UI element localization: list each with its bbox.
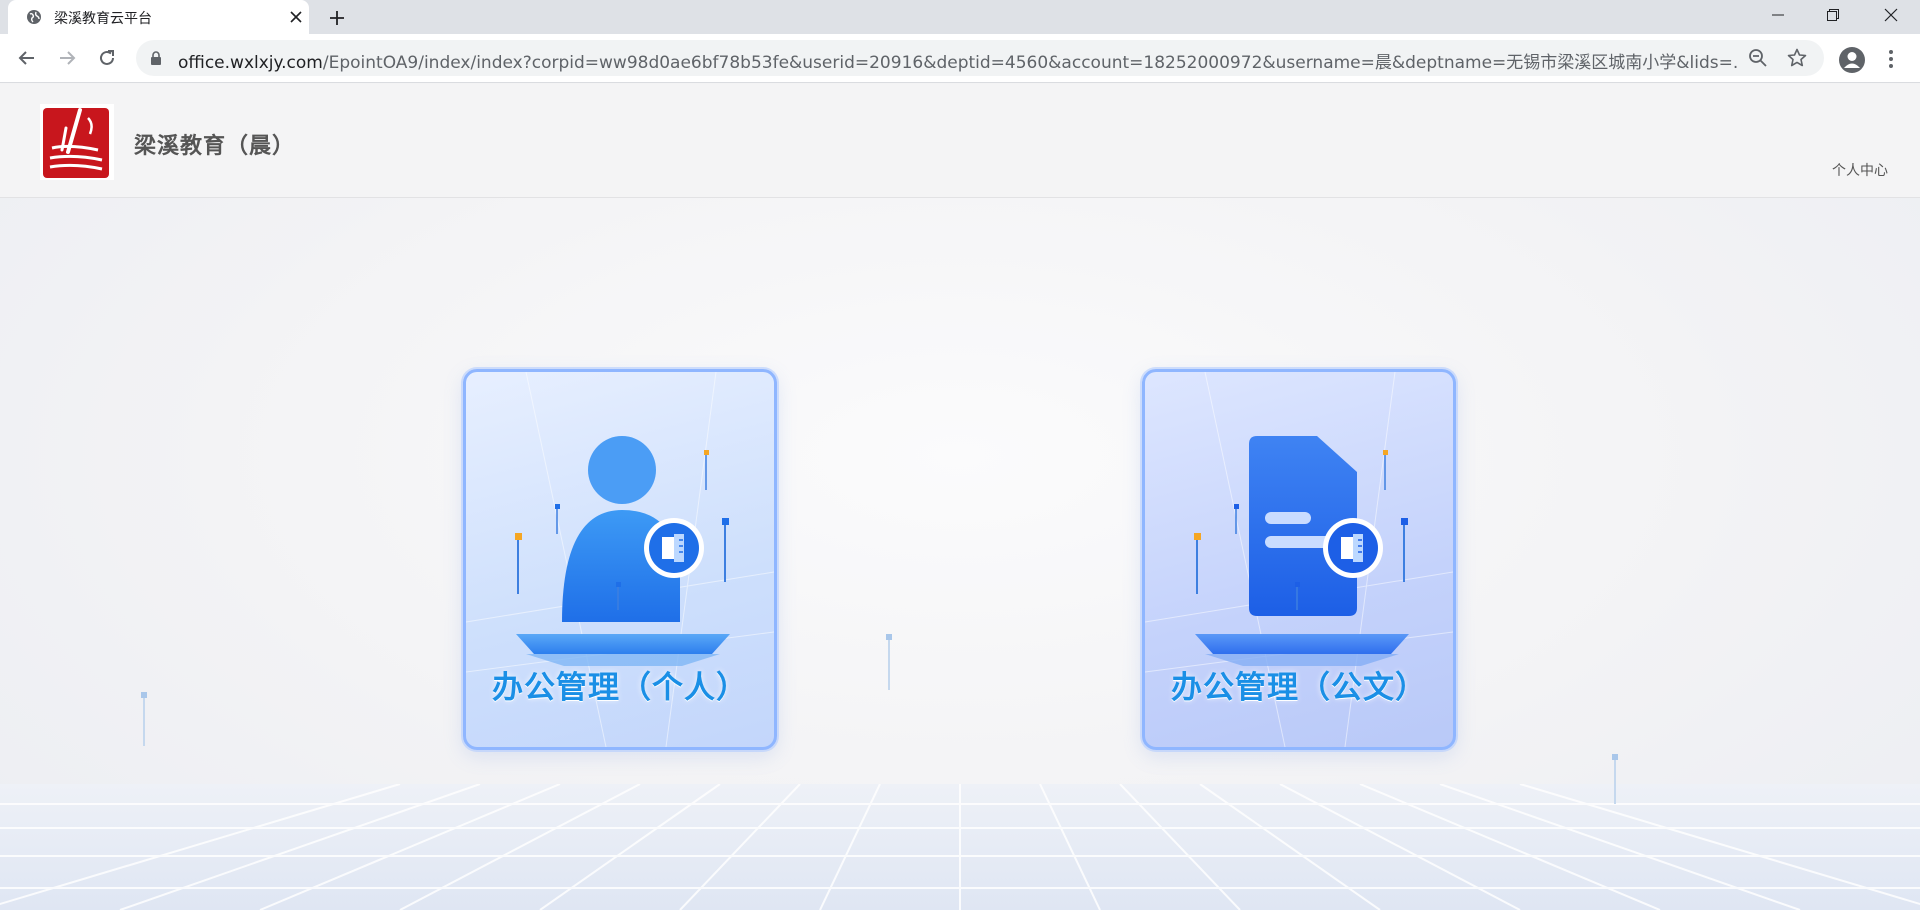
- page-content: 梁溪教育（晨） 个人中心 办公管理（个人） 办公管理（公文）: [0, 84, 1920, 910]
- reload-button[interactable]: [93, 44, 121, 72]
- arrow-right-icon: [60, 51, 76, 65]
- minimize-icon: [1772, 14, 1784, 16]
- bookmark-star-icon[interactable]: [1787, 48, 1807, 68]
- tab-strip: 梁溪教育云平台: [0, 0, 1920, 34]
- url-path: /EpointOA9/index/index?corpid=ww98d0ae6b…: [322, 53, 1738, 73]
- zoom-out-icon[interactable]: [1748, 48, 1768, 68]
- tab-close-button[interactable]: [286, 7, 306, 27]
- background-floor-grid: [0, 784, 1920, 910]
- url-host: office.wxlxjy.com: [178, 53, 323, 73]
- decorative-pin: [141, 692, 147, 746]
- globe-icon: [27, 10, 41, 24]
- logo-icon: [43, 108, 109, 178]
- page-header: 梁溪教育（晨） 个人中心: [0, 84, 1920, 198]
- browser-tab[interactable]: 梁溪教育云平台: [8, 0, 309, 34]
- user-center-link[interactable]: 个人中心: [1832, 160, 1888, 180]
- forward-button[interactable]: [53, 44, 81, 72]
- tab-title: 梁溪教育云平台: [54, 11, 152, 27]
- card-label: 办公管理（个人）: [492, 670, 748, 706]
- arrow-left-icon: [18, 51, 34, 65]
- site-title: 梁溪教育（晨）: [134, 134, 296, 159]
- profile-avatar-icon[interactable]: [1838, 46, 1866, 74]
- window-close-button[interactable]: [1864, 0, 1918, 30]
- card-personal-office[interactable]: 办公管理（个人）: [463, 369, 777, 750]
- window-restore-button[interactable]: [1806, 0, 1860, 30]
- lock-icon: [151, 51, 161, 65]
- more-menu-icon[interactable]: [1886, 48, 1896, 70]
- decorative-pin: [1612, 754, 1618, 804]
- reload-icon: [100, 50, 114, 65]
- restore-icon: [1827, 9, 1839, 21]
- url-text: office.wxlxjy.com/EpointOA9/index/index?…: [178, 48, 1738, 73]
- address-bar[interactable]: office.wxlxjy.com/EpointOA9/index/index?…: [136, 40, 1824, 76]
- window-minimize-button[interactable]: [1751, 0, 1805, 30]
- plus-icon: [330, 11, 344, 25]
- browser-toolbar: office.wxlxjy.com/EpointOA9/index/index?…: [0, 34, 1920, 83]
- back-button[interactable]: [13, 44, 41, 72]
- close-icon: [1884, 8, 1898, 22]
- new-tab-button[interactable]: [324, 5, 350, 31]
- site-logo[interactable]: [40, 104, 114, 180]
- card-document-office[interactable]: 办公管理（公文）: [1142, 369, 1456, 750]
- card-label: 办公管理（公文）: [1171, 670, 1427, 706]
- close-icon: [290, 11, 302, 23]
- decorative-pin: [886, 634, 892, 690]
